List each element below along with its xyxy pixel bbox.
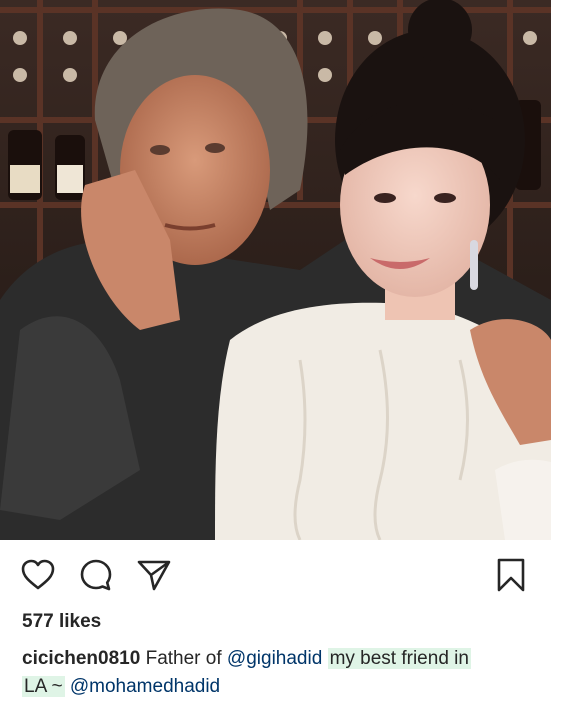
highlighted-text: my best friend in (327, 648, 471, 669)
caption-username[interactable]: cicichen0810 (22, 648, 140, 669)
bookmark-icon[interactable] (491, 555, 531, 595)
highlighted-text-line2: LA ~ (22, 676, 65, 697)
likes-count[interactable]: 577 likes (22, 611, 101, 633)
caption-text: Father of (145, 648, 222, 669)
post-actions (0, 555, 551, 599)
photo-scene (0, 0, 551, 540)
send-icon[interactable] (134, 555, 174, 595)
post-photo[interactable] (0, 0, 551, 540)
comment-icon[interactable] (76, 555, 116, 595)
post-caption: cicichen0810 Father of @gigihadid my bes… (22, 645, 552, 701)
mention-link-2[interactable]: @mohamedhadid (70, 676, 220, 697)
mention-link[interactable]: @gigihadid (227, 648, 322, 669)
heart-icon[interactable] (18, 555, 58, 595)
